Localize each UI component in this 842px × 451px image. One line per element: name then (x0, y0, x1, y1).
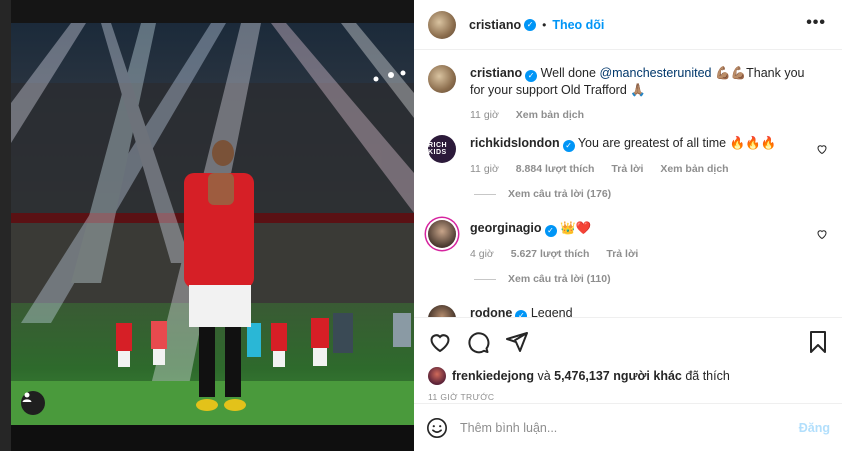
post-detail-panel: cristiano ✓ • Theo dõi ••• cristiano ✓ We… (414, 0, 842, 451)
bookmark-icon[interactable] (808, 330, 828, 354)
background-strip-top (11, 0, 414, 23)
comment-reply-button[interactable]: Trả lời (606, 248, 638, 260)
post-photo[interactable] (11, 23, 414, 425)
post-actions: frenkiedejong và 5,476,137 người khác đã… (414, 317, 842, 403)
view-replies-button[interactable]: Xem câu trả lời (110) (474, 273, 611, 285)
verified-icon: ✓ (524, 18, 537, 31)
post-comment-button[interactable]: Đăng (799, 421, 830, 435)
verified-icon: ✓ (562, 140, 575, 152)
comments-list: cristiano ✓ Well done @manchesterunited 💪… (414, 51, 842, 317)
background-strip-bottom (11, 425, 414, 451)
background-strip (0, 0, 11, 451)
comment-reply-button[interactable]: Trả lời (611, 163, 643, 175)
comment-text: 👑❤️ (560, 221, 592, 235)
caption-time: 11 giờ (470, 109, 499, 121)
likes-summary: frenkiedejong và 5,476,137 người khác đã… (428, 367, 730, 385)
comment-username[interactable]: georginagio (470, 221, 542, 235)
more-icon[interactable]: ••• (806, 14, 826, 32)
user-tag-icon[interactable] (21, 391, 45, 415)
verified-icon: ✓ (544, 225, 557, 237)
comment-username[interactable]: rodone (470, 306, 512, 317)
main-player (184, 140, 254, 411)
emoji-icon[interactable] (426, 417, 448, 439)
comment-likes[interactable]: 8.884 lượt thích (516, 163, 595, 175)
comment-text: Legend (530, 306, 573, 317)
comment-text: You are greatest of all time 🔥🔥🔥 (577, 136, 777, 150)
caption-mention-link[interactable]: @manchesterunited (599, 66, 711, 80)
comment-input[interactable] (460, 420, 799, 435)
caption-avatar[interactable] (428, 65, 456, 93)
likes-conjunction: và (533, 369, 555, 383)
caption-username[interactable]: cristiano (470, 66, 522, 80)
separator-dot: • (542, 17, 547, 32)
comment-icon[interactable] (466, 330, 490, 354)
stadium-scene (11, 23, 414, 425)
likes-suffix: đã thích (681, 369, 730, 383)
comment-avatar[interactable]: RICH KIDS (428, 135, 456, 163)
liker-username[interactable]: frenkiedejong (452, 369, 534, 383)
heart-icon[interactable] (816, 143, 828, 155)
comment-likes[interactable]: 5.627 lượt thích (511, 248, 590, 260)
comment-username[interactable]: richkidslondon (470, 136, 560, 150)
heart-icon[interactable] (428, 330, 452, 354)
verified-icon: ✓ (525, 70, 538, 82)
comment-avatar[interactable] (428, 220, 456, 248)
author-avatar[interactable] (428, 10, 456, 39)
view-replies-button[interactable]: Xem câu trả lời (176) (474, 188, 611, 200)
heart-icon[interactable] (816, 228, 828, 240)
comment-time: 11 giờ (470, 163, 499, 175)
comment-translate-button[interactable]: Xem bản dịch (660, 163, 728, 175)
caption-text-before: Well done (540, 66, 600, 80)
liker-avatar[interactable] (428, 367, 446, 385)
post-header: cristiano ✓ • Theo dõi ••• (414, 0, 842, 50)
verified-icon: ✓ (515, 310, 528, 317)
follow-button[interactable]: Theo dõi (552, 18, 604, 32)
add-comment-bar: Đăng (414, 403, 842, 451)
likes-others-link[interactable]: 5,476,137 người khác (554, 369, 682, 383)
comment-time: 4 giờ (470, 248, 494, 260)
post-timestamp: 11 GIỜ TRƯỚC (428, 392, 495, 402)
author-username[interactable]: cristiano (469, 18, 521, 32)
share-icon[interactable] (505, 330, 529, 354)
caption-translate-button[interactable]: Xem bản dịch (516, 109, 584, 121)
comment-avatar[interactable] (428, 305, 456, 317)
